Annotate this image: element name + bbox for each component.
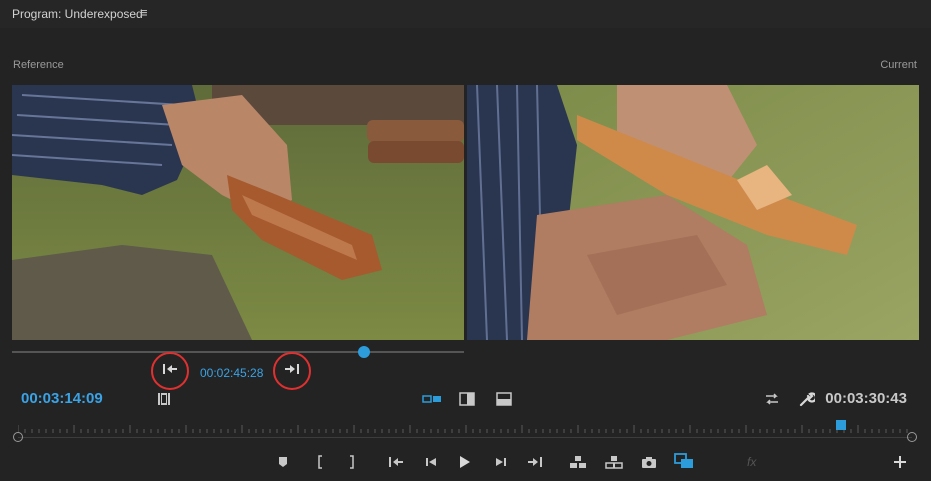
button-editor-add-icon[interactable] <box>892 455 908 469</box>
time-ruler[interactable] <box>17 420 912 433</box>
reference-timecode[interactable]: 00:02:45:28 <box>200 366 263 380</box>
reference-video-frame <box>12 85 464 340</box>
add-marker-icon[interactable] <box>276 455 290 469</box>
film-strip-icon[interactable] <box>156 391 172 407</box>
current-label: Current <box>880 59 917 71</box>
panel-title: Program: Underexposed <box>12 7 143 21</box>
comparison-view-icon[interactable] <box>673 452 695 470</box>
mark-out-icon[interactable] <box>345 455 359 469</box>
go-to-out-icon[interactable] <box>526 455 544 469</box>
go-to-previous-edit-button[interactable] <box>151 352 189 390</box>
export-frame-camera-icon[interactable] <box>640 454 658 470</box>
vertical-split-icon[interactable] <box>459 391 475 407</box>
duration-timecode: 00:03:30:43 <box>825 390 907 407</box>
play-icon[interactable] <box>457 454 473 470</box>
reference-scrub-thumb[interactable] <box>358 346 370 358</box>
horizontal-split-icon[interactable] <box>496 391 512 407</box>
step-back-icon[interactable] <box>423 455 439 469</box>
reference-label: Reference <box>13 59 64 71</box>
go-to-next-edit-button[interactable] <box>273 352 311 390</box>
go-to-in-icon[interactable] <box>387 455 405 469</box>
panel-header: Program: Underexposed ≡ <box>0 0 931 28</box>
mark-in-icon[interactable] <box>313 455 327 469</box>
out-point-handle[interactable] <box>907 432 917 442</box>
playhead-timecode[interactable]: 00:03:14:09 <box>21 390 103 407</box>
timeline-scrub-track[interactable] <box>18 437 912 438</box>
go-to-previous-edit-icon <box>162 362 178 380</box>
timeline-playhead[interactable] <box>836 420 846 430</box>
extract-icon[interactable] <box>604 454 624 470</box>
insert-effects-fx-icon[interactable]: fx <box>747 455 756 469</box>
swap-sides-icon[interactable] <box>763 391 781 407</box>
in-point-handle[interactable] <box>13 432 23 442</box>
lift-icon[interactable] <box>568 454 588 470</box>
current-video-frame <box>467 85 919 340</box>
step-forward-icon[interactable] <box>493 455 509 469</box>
settings-wrench-icon[interactable] <box>798 390 816 408</box>
side-by-side-view-icon[interactable] <box>422 392 442 406</box>
reference-scrub-track[interactable] <box>12 351 464 353</box>
go-to-next-edit-icon <box>284 362 300 380</box>
panel-menu-icon[interactable]: ≡ <box>140 5 148 20</box>
